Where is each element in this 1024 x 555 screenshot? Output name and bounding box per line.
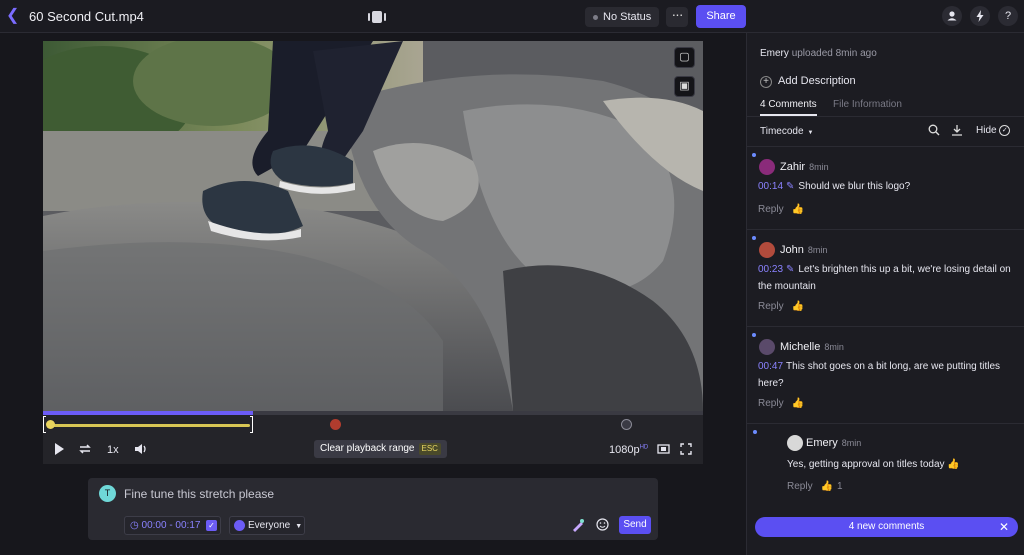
like-icon[interactable]: 👍 <box>821 481 833 492</box>
play-icon[interactable] <box>54 443 64 458</box>
draw-annotation-icon[interactable] <box>571 518 585 537</box>
new-comments-label: 4 new comments <box>848 521 925 532</box>
help-icon[interactable]: ? <box>998 6 1018 26</box>
lightning-icon[interactable] <box>970 6 990 26</box>
tab-comments[interactable]: 4 Comments <box>760 99 817 110</box>
loop-icon[interactable] <box>78 442 92 459</box>
reply-button[interactable]: Reply 👍 <box>758 398 804 409</box>
reply-item[interactable]: Emery 8min Yes, getting approval on title… <box>747 424 1024 506</box>
more-options-button[interactable]: ··· <box>666 7 688 27</box>
like-count: 1 <box>837 481 843 492</box>
audience-label: Everyone <box>248 520 291 531</box>
volume-icon[interactable] <box>134 442 148 459</box>
time-range-chip[interactable]: ◷ 00:00 - 00:17 ✓ <box>124 516 221 535</box>
upload-info: Emery uploaded 8min ago <box>760 48 877 59</box>
divider <box>747 116 1024 117</box>
annotation-icon: ✎ <box>786 264 795 275</box>
annotation-icon: ✎ <box>786 181 795 192</box>
hd-badge: HD <box>639 444 649 451</box>
status-dot-icon <box>593 14 598 20</box>
plus-icon: + <box>760 76 772 88</box>
comment-marker-avatar[interactable] <box>621 419 632 430</box>
check-circle-icon: ✓ <box>999 125 1011 136</box>
add-description-button[interactable]: + Add Description <box>760 75 856 88</box>
playback-range-line[interactable] <box>50 424 250 427</box>
search-icon[interactable] <box>928 124 940 139</box>
hide-label: Hide <box>976 125 997 137</box>
unread-dot <box>752 236 756 240</box>
reply-button[interactable]: Reply 👍 <box>758 204 804 215</box>
safe-zones-icon[interactable] <box>657 443 670 458</box>
download-icon[interactable] <box>951 124 963 139</box>
like-icon[interactable]: 👍 <box>792 301 804 312</box>
clear-range-label: Clear playback range <box>320 443 415 454</box>
uploader-name: Emery <box>760 48 789 59</box>
user-icon[interactable] <box>942 6 962 26</box>
send-button[interactable]: Send <box>619 516 651 534</box>
avatar <box>787 435 803 451</box>
avatar: T <box>99 485 116 502</box>
range-end-handle[interactable] <box>250 416 253 433</box>
new-comments-banner[interactable]: 4 new comments ✕ <box>755 517 1018 537</box>
clear-playback-range-button[interactable]: Clear playback range ESC <box>314 440 447 458</box>
comment-body: 00:14 ✎ Should we blur this logo? <box>758 181 911 192</box>
comment-author: Michelle 8min <box>780 341 844 353</box>
like-icon[interactable]: 👍 <box>792 204 804 215</box>
playback-speed[interactable]: 1x <box>107 444 119 456</box>
status-label: No Status <box>603 11 652 23</box>
like-icon[interactable]: 👍 <box>792 398 804 409</box>
unread-dot <box>752 333 756 337</box>
avatar <box>759 159 775 175</box>
fullscreen-icon[interactable] <box>680 443 692 458</box>
check-icon: ✓ <box>206 520 217 531</box>
top-bar <box>0 0 1024 33</box>
view-mode-icon[interactable] <box>368 9 386 23</box>
timecode-link[interactable]: 00:23 <box>758 264 783 275</box>
clock-icon: ◷ <box>130 520 142 531</box>
range-knob[interactable] <box>46 420 55 429</box>
comment-input[interactable]: Fine tune this stretch please <box>124 487 274 501</box>
tab-file-information[interactable]: File Information <box>833 99 902 110</box>
quality-label: 1080p <box>609 444 640 456</box>
comment-bubble-icon[interactable]: ▢ <box>674 47 695 68</box>
reply-button[interactable]: Reply 👍 <box>758 301 804 312</box>
audience-dropdown[interactable]: Everyone ▼ <box>229 516 305 535</box>
sort-label: Timecode <box>760 126 804 137</box>
comment-author: Zahir 8min <box>780 161 829 173</box>
avatar <box>759 339 775 355</box>
video-frame[interactable] <box>43 41 703 411</box>
file-title: 60 Second Cut.mp4 <box>29 9 144 24</box>
back-chevron-icon[interactable]: ❮ <box>6 8 19 24</box>
comment-body: Yes, getting approval on titles today 👍 <box>787 459 960 470</box>
share-button[interactable]: Share <box>696 5 746 28</box>
comment-item[interactable]: John 8min 00:23 ✎ Let's brighten this up a … <box>747 230 1024 327</box>
comment-marker-avatar[interactable] <box>330 419 341 430</box>
comment-body: 00:23 ✎ Let's brighten this up a bit, we'r… <box>758 264 1011 292</box>
comment-item[interactable]: Michelle 8min 00:47 This shot goes on a bi… <box>747 327 1024 424</box>
chevron-down-icon: ▼ <box>295 523 303 530</box>
globe-icon <box>234 520 245 531</box>
comment-author: John 8min <box>780 244 828 256</box>
chevron-down-icon: ▼ <box>807 130 814 136</box>
comment-item[interactable]: Zahir 8min 00:14 ✎ Should we blur this logo… <box>747 147 1024 230</box>
time-range-label: 00:00 - 00:17 <box>141 520 201 531</box>
hide-completed-toggle[interactable]: Hide ✓ <box>976 125 1011 137</box>
comment-author: Emery 8min <box>806 437 862 449</box>
close-icon[interactable]: ✕ <box>999 517 1009 537</box>
reply-button[interactable]: Reply 👍 1 <box>787 481 843 492</box>
avatar <box>759 242 775 258</box>
picture-in-picture-icon[interactable]: ▣ <box>674 76 695 97</box>
upload-time: uploaded 8min ago <box>791 48 877 59</box>
comment-body: 00:47 This shot goes on a bit long, are w… <box>758 361 1001 389</box>
emoji-icon[interactable] <box>596 518 609 536</box>
add-description-label: Add Description <box>778 75 856 87</box>
unread-dot <box>753 430 757 434</box>
unread-dot <box>752 153 756 157</box>
esc-key-badge: ESC <box>418 443 441 455</box>
quality-selector[interactable]: 1080pHD <box>609 444 648 456</box>
timecode-link[interactable]: 00:14 <box>758 181 783 192</box>
sort-dropdown[interactable]: Timecode ▼ <box>760 126 814 137</box>
timecode-link[interactable]: 00:47 <box>758 361 783 372</box>
status-dropdown[interactable]: No Status ▼ <box>585 7 659 44</box>
